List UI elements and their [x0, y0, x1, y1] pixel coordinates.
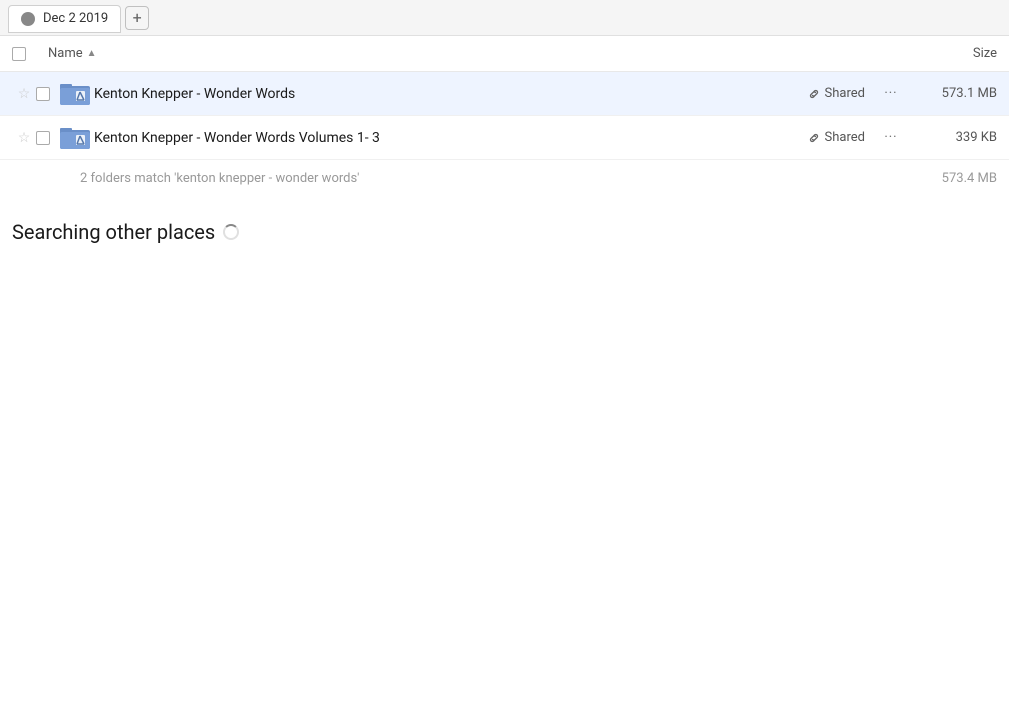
column-headers: Name ▲ Size: [0, 36, 1009, 72]
summary-text: 2 folders match 'kenton knepper - wonder…: [80, 171, 917, 186]
checkbox-box: [12, 47, 26, 61]
more-button-row2[interactable]: ···: [877, 124, 905, 152]
searching-section: Searching other places: [0, 196, 1009, 256]
tab-icon: [21, 12, 35, 26]
summary-row: 2 folders match 'kenton knepper - wonder…: [0, 160, 1009, 196]
shared-badge-row2: Shared: [807, 130, 865, 145]
select-all-checkbox[interactable]: [12, 47, 48, 61]
tab-bar: Dec 2 2019 +: [0, 0, 1009, 36]
tab-dec2019[interactable]: Dec 2 2019: [8, 5, 121, 33]
name-column-header[interactable]: Name ▲: [48, 46, 917, 61]
folder-icon-row2: [60, 125, 90, 151]
star-button-row1[interactable]: ☆: [12, 86, 36, 102]
shared-badge-row1: Shared: [807, 86, 865, 101]
searching-title: Searching other places: [12, 220, 997, 244]
file-size-row1: 573.1 MB: [917, 86, 997, 101]
more-button-row1[interactable]: ···: [877, 80, 905, 108]
table-row[interactable]: ☆ Kenton Knepper - Wonder Words Volumes …: [0, 116, 1009, 160]
file-name-row2: Kenton Knepper - Wonder Words Volumes 1-…: [94, 130, 807, 146]
link-icon-row1: [807, 87, 821, 101]
folder-svg: [60, 125, 90, 151]
add-tab-button[interactable]: +: [125, 6, 149, 30]
file-size-row2: 339 KB: [917, 130, 997, 145]
row-checkbox-1[interactable]: [36, 87, 60, 101]
row-checkbox-2[interactable]: [36, 131, 60, 145]
loading-spinner-icon: [223, 224, 239, 240]
size-column-header: Size: [917, 46, 997, 61]
checkbox-box: [36, 87, 50, 101]
link-icon-row2: [807, 131, 821, 145]
table-row[interactable]: ☆ Kenton Knepper - Wonder Words Shared ·…: [0, 72, 1009, 116]
folder-icon-row1: [60, 81, 90, 107]
file-name-row1: Kenton Knepper - Wonder Words: [94, 86, 807, 102]
folder-svg: [60, 81, 90, 107]
checkbox-box: [36, 131, 50, 145]
summary-size: 573.4 MB: [917, 171, 997, 186]
sort-arrow-icon: ▲: [87, 48, 97, 59]
tab-label: Dec 2 2019: [43, 11, 108, 26]
star-button-row2[interactable]: ☆: [12, 130, 36, 146]
